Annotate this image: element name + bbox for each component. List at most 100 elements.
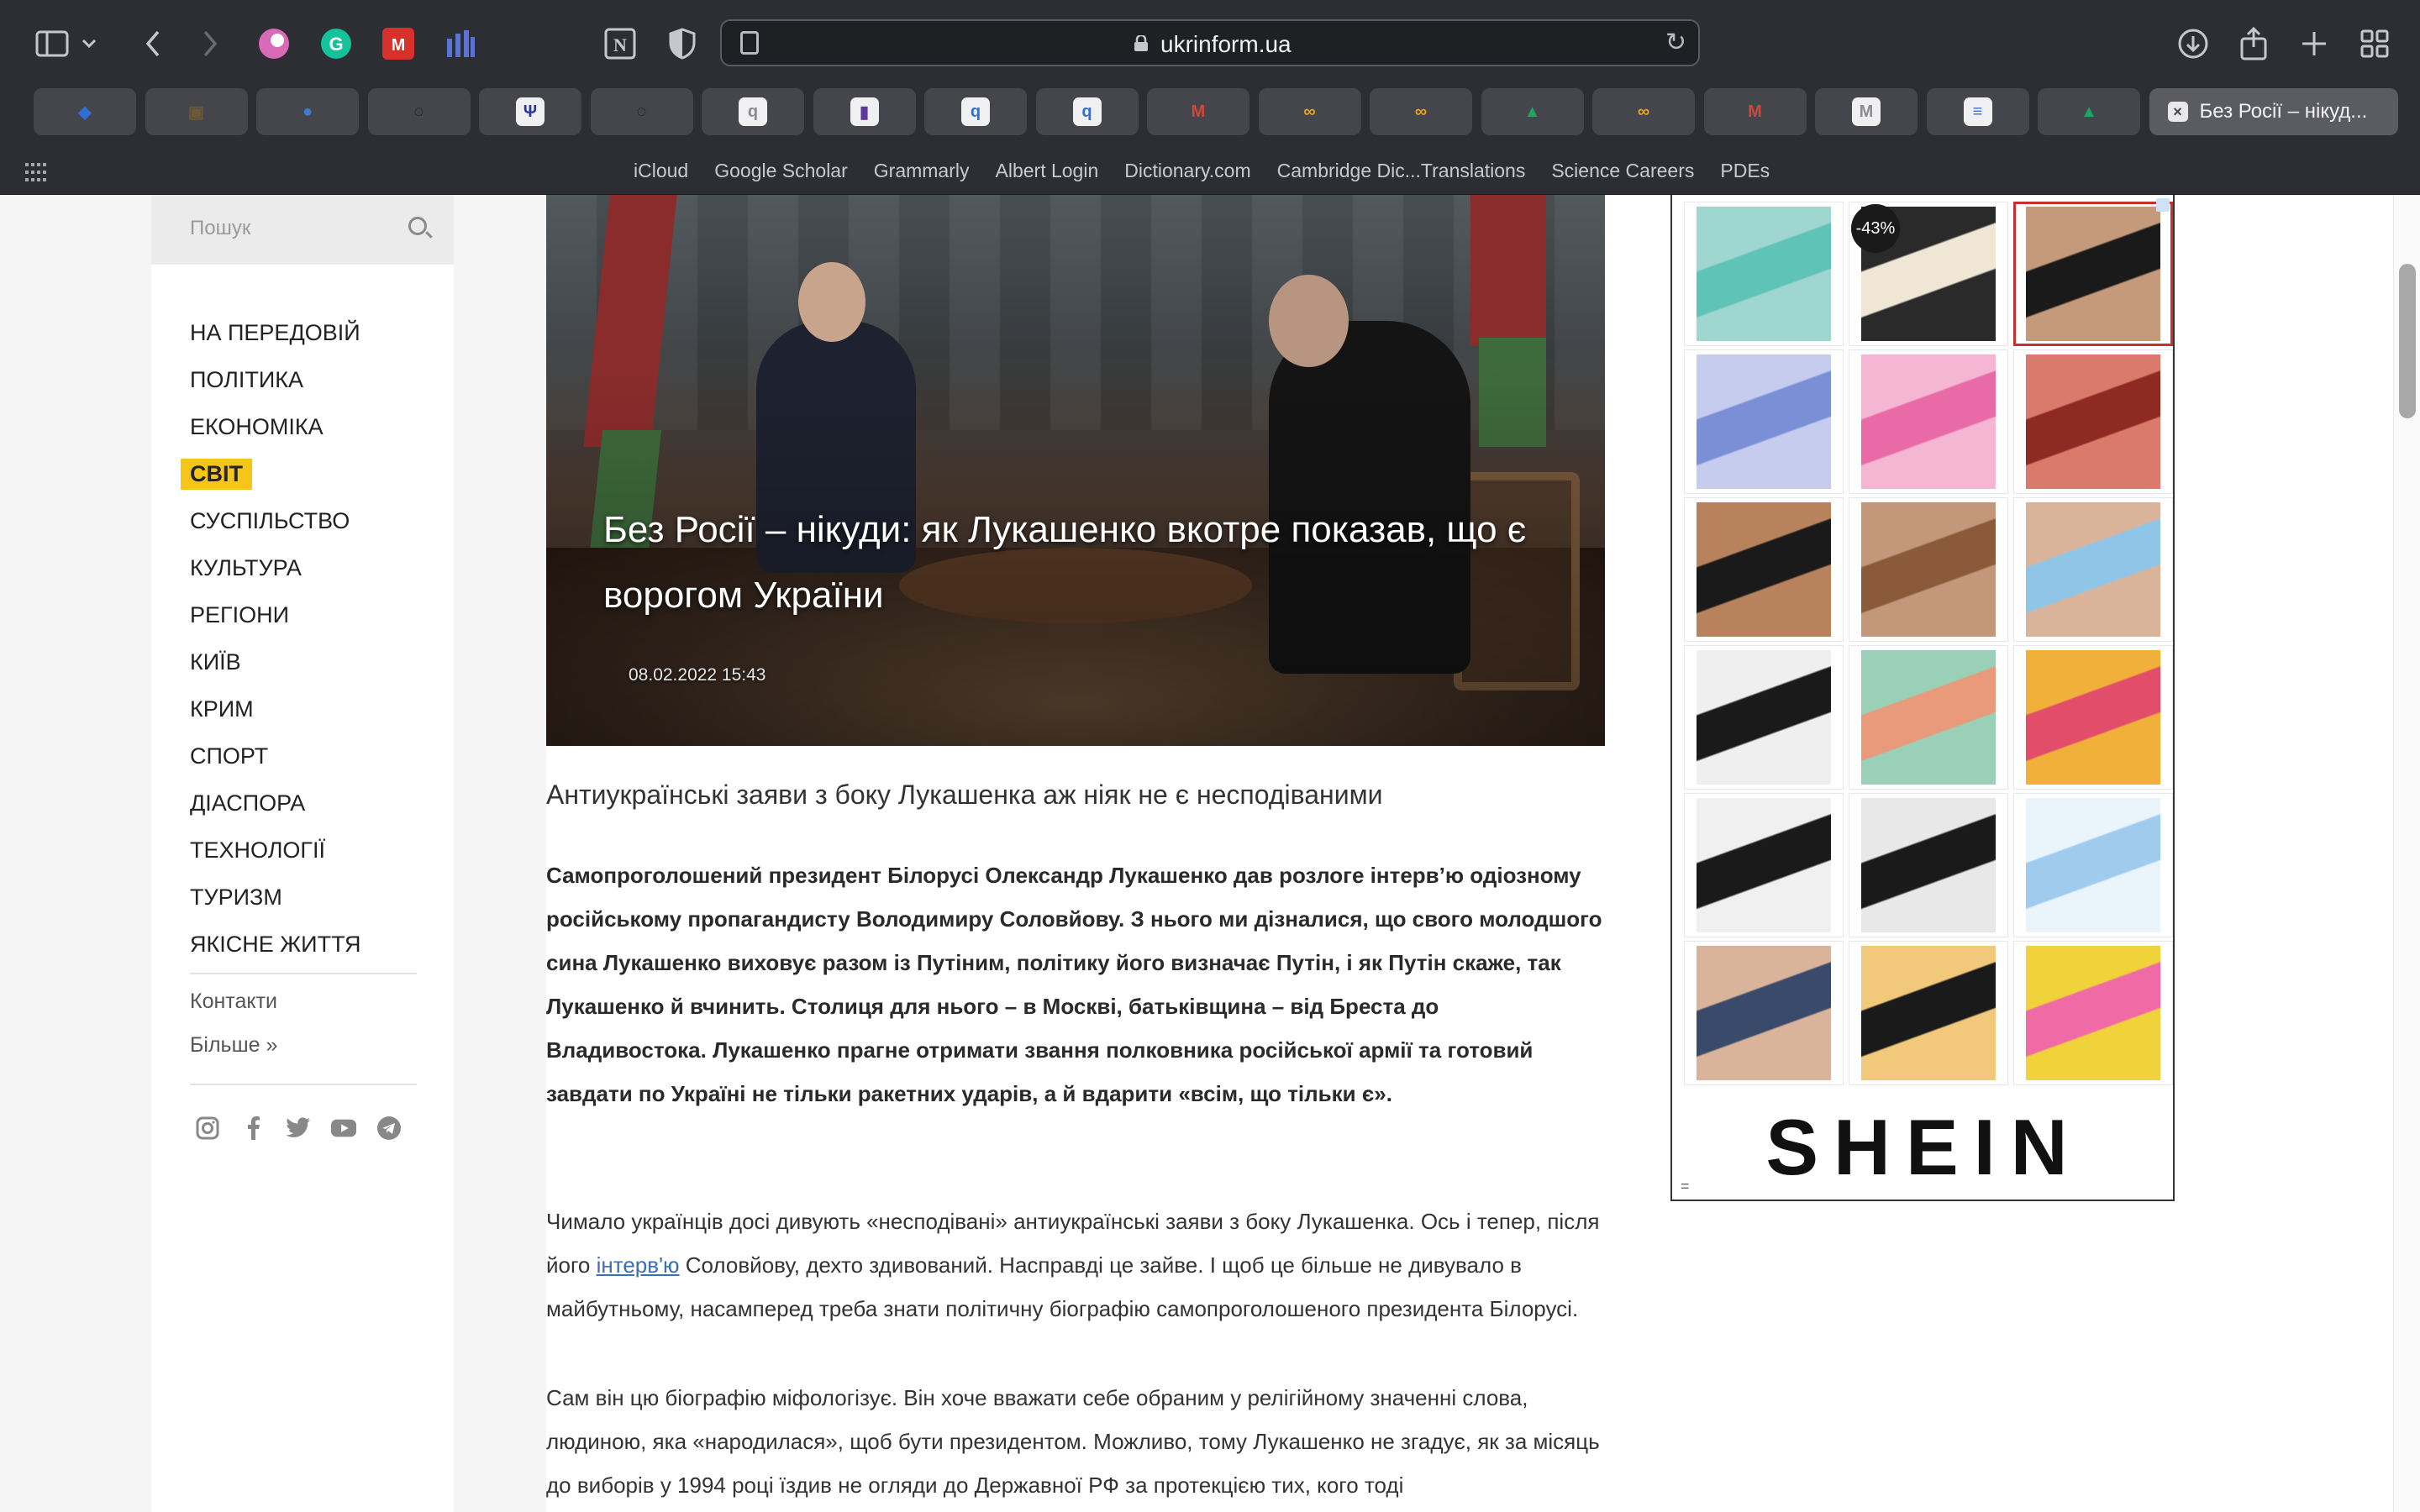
ad-product[interactable] — [1849, 941, 2008, 1085]
bookmark-dictionary[interactable]: Dictionary.com — [1124, 160, 1250, 182]
advertisement[interactable]: -43% SHEIN = — [1670, 195, 2175, 1201]
ad-product[interactable]: -43% — [1849, 202, 2008, 346]
nav-item[interactable]: СПОРТ — [190, 732, 417, 780]
ad-product[interactable] — [1684, 349, 1844, 494]
nav-item[interactable]: ТЕХНОЛОГІЇ — [190, 827, 417, 874]
browser-tab[interactable]: ▲ — [2038, 88, 2140, 135]
twitter-icon[interactable] — [286, 1116, 311, 1141]
adchoices-icon[interactable] — [2156, 198, 2170, 212]
notion-icon[interactable]: N — [598, 22, 642, 66]
browser-tab-active[interactable]: × Без Росії – нікуд... — [2149, 88, 2398, 135]
browser-tab[interactable]: q — [1035, 88, 1139, 135]
browser-tab[interactable]: ∞ — [1592, 88, 1695, 135]
bookmark-icloud[interactable]: iCloud — [634, 160, 688, 182]
grammarly-icon[interactable]: G — [314, 22, 358, 66]
nav-item[interactable]: РЕГІОНИ — [190, 591, 417, 638]
ad-product[interactable] — [1684, 497, 1844, 642]
browser-tab[interactable]: M — [1147, 88, 1249, 135]
ad-product[interactable] — [2013, 497, 2173, 642]
ad-product[interactable] — [2013, 645, 2173, 790]
tab-overview-icon[interactable] — [2353, 22, 2396, 66]
interview-link[interactable]: інтерв'ю — [597, 1252, 680, 1278]
scrollbar[interactable] — [2393, 195, 2420, 1512]
search-input[interactable]: Пошук — [190, 217, 250, 240]
ad-product[interactable] — [1849, 497, 2008, 642]
browser-tab[interactable]: ∞ — [1370, 88, 1472, 135]
forward-icon[interactable] — [188, 22, 232, 66]
back-icon[interactable] — [131, 22, 175, 66]
browser-tab[interactable]: ▣ — [145, 88, 248, 135]
close-tab-icon[interactable]: × — [2167, 102, 2188, 122]
nav-item[interactable]: ЕКОНОМІКА — [190, 403, 417, 450]
ad-product[interactable] — [1684, 645, 1844, 790]
nav-item[interactable]: КУЛЬТУРА — [190, 544, 417, 591]
nav-item[interactable]: ПОЛІТИКА — [190, 356, 417, 403]
bookmark-cambridge[interactable]: Cambridge Dic...Translations — [1277, 160, 1526, 182]
mendeley-icon[interactable]: M — [376, 22, 420, 66]
nav-item[interactable]: КРИМ — [190, 685, 417, 732]
share-icon[interactable] — [2232, 22, 2275, 66]
bookmark-grammarly[interactable]: Grammarly — [874, 160, 970, 182]
privacy-shield-icon[interactable] — [660, 22, 704, 66]
ad-product[interactable] — [2013, 202, 2173, 346]
bookmark-google-scholar[interactable]: Google Scholar — [714, 160, 848, 182]
sidebar-icon[interactable] — [30, 22, 74, 66]
browser-tab[interactable]: Ψ — [479, 88, 581, 135]
browser-tab[interactable]: ◌ — [367, 88, 471, 135]
browser-tab[interactable]: M — [1815, 88, 1918, 135]
ad-product[interactable] — [1849, 793, 2008, 937]
bookmark-science-careers[interactable]: Science Careers — [1551, 160, 1694, 182]
downloads-icon[interactable] — [2171, 22, 2215, 66]
more-link[interactable]: Більше » — [190, 1033, 277, 1058]
browser-tab[interactable]: ● — [256, 88, 359, 135]
nav-item[interactable]: ТУРИЗМ — [190, 874, 417, 921]
new-tab-icon[interactable] — [2292, 22, 2336, 66]
nav-item[interactable]: СВІТ — [181, 450, 417, 497]
contacts-link[interactable]: Контакти — [190, 990, 277, 1014]
search-box[interactable]: Пошук — [151, 195, 454, 265]
ad-product[interactable] — [1684, 941, 1844, 1085]
browser-tab[interactable]: ≡ — [1926, 88, 2029, 135]
ad-product[interactable] — [2013, 349, 2173, 494]
youtube-icon[interactable] — [331, 1116, 356, 1141]
nav-item[interactable]: ЯКІСНЕ ЖИТТЯ — [190, 921, 417, 968]
grid-icon[interactable] — [25, 163, 47, 183]
nav-item[interactable]: НА ПЕРЕДОВІЙ — [190, 309, 417, 356]
hero-overlay — [546, 195, 1605, 746]
telegram-icon[interactable] — [376, 1116, 402, 1141]
browser-tab[interactable]: q — [924, 88, 1027, 135]
nav-item[interactable]: КИЇВ — [190, 638, 417, 685]
page-settings-icon[interactable] — [740, 31, 759, 55]
facebook-icon[interactable] — [240, 1116, 266, 1141]
browser-tab[interactable]: q — [702, 88, 804, 135]
nav-item[interactable]: СУСПІЛЬСТВО — [190, 497, 417, 544]
bookmark-pdes[interactable]: PDEs — [1720, 160, 1770, 182]
nav-item[interactable]: ДІАСПОРА — [190, 780, 417, 827]
browser-tab[interactable]: ◌ — [590, 88, 693, 135]
url-text[interactable]: ukrinform.ua — [1160, 31, 1292, 58]
nav-item-label: КРИМ — [190, 696, 254, 722]
bookmark-albert-login[interactable]: Albert Login — [996, 160, 1099, 182]
browser-tab[interactable]: ▮ — [813, 88, 916, 135]
browser-tab[interactable]: ◆ — [34, 88, 136, 135]
browser-tab[interactable]: ∞ — [1258, 88, 1361, 135]
browser-tab[interactable]: M — [1703, 88, 1807, 135]
extension-bars-icon[interactable] — [439, 22, 482, 66]
ad-product[interactable] — [1849, 645, 2008, 790]
ad-brand-logo[interactable]: SHEIN — [1672, 1102, 2176, 1193]
ad-product[interactable] — [2013, 941, 2173, 1085]
reload-icon[interactable]: ↻ — [1665, 28, 1686, 57]
ad-product[interactable] — [2013, 793, 2173, 937]
article-hero-image[interactable]: Без Росії – нікуди: як Лукашенко вкотре … — [546, 195, 1605, 746]
address-bar[interactable]: ukrinform.ua ↻ — [720, 19, 1700, 66]
ad-menu-icon[interactable]: = — [1681, 1178, 1690, 1195]
scrollbar-thumb[interactable] — [2399, 264, 2416, 418]
extension-pink-icon[interactable] — [252, 22, 296, 66]
search-icon[interactable] — [408, 217, 427, 235]
ad-product[interactable] — [1849, 349, 2008, 494]
browser-tab[interactable]: ▲ — [1481, 88, 1584, 135]
instagram-icon[interactable] — [195, 1116, 220, 1141]
ad-product[interactable] — [1684, 793, 1844, 937]
ad-product[interactable] — [1684, 202, 1844, 346]
chevron-down-icon[interactable] — [72, 22, 106, 66]
